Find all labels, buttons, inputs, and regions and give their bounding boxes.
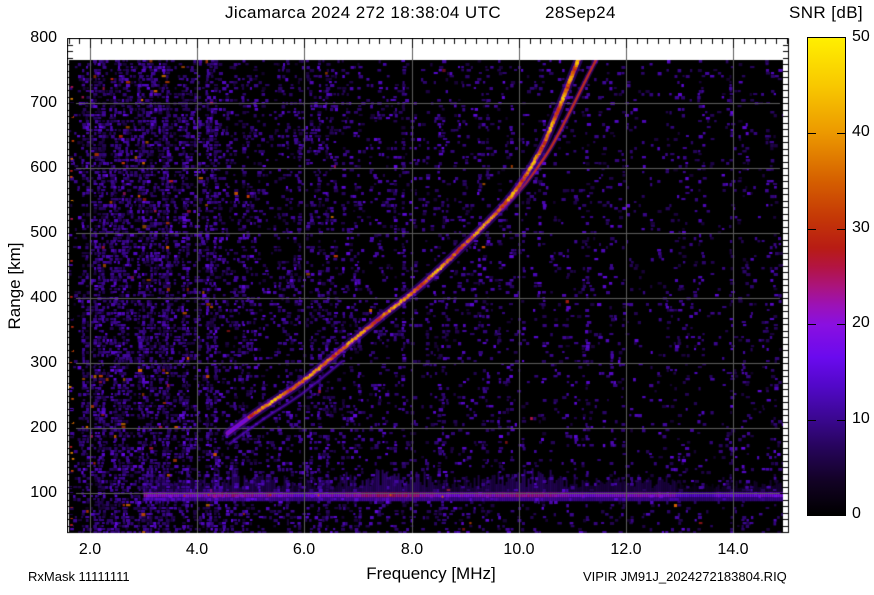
colorbar-tick — [837, 229, 845, 230]
colorbar-tick — [837, 324, 845, 325]
x-tick-label: 14.0 — [717, 541, 749, 558]
ionogram-figure: Jicamarca 2024 272 18:38:04 UTC 28Sep24 … — [0, 0, 874, 595]
y-tick-label: 200 — [30, 419, 57, 436]
y-tick-label: 800 — [30, 29, 57, 46]
y-tick-label: 400 — [30, 289, 57, 306]
y-tick-label: 600 — [30, 159, 57, 176]
colorbar-tick — [808, 133, 816, 134]
x-tick-label: 6.0 — [292, 541, 316, 558]
colorbar-tick-label: 10 — [852, 410, 870, 427]
rxmask-label: RxMask 11111111 — [28, 569, 130, 584]
ionogram-canvas — [67, 38, 790, 535]
x-tick-label: 10.0 — [503, 541, 535, 558]
colorbar-tick — [808, 229, 816, 230]
x-tick-label: 4.0 — [185, 541, 209, 558]
colorbar-tick — [808, 420, 816, 421]
colorbar-tick — [808, 324, 816, 325]
x-tick-label: 8.0 — [400, 541, 424, 558]
y-tick-label: 300 — [30, 354, 57, 371]
x-tick-label: 2.0 — [78, 541, 102, 558]
y-axis-title: Range [km] — [5, 242, 24, 330]
file-label: VIPIR JM91J_2024272183804.RIQ — [583, 569, 787, 584]
colorbar-tick-label: 0 — [852, 505, 861, 522]
x-axis-title: Frequency [MHz] — [366, 564, 496, 583]
y-tick-label: 500 — [30, 224, 57, 241]
y-tick-label: 700 — [30, 94, 57, 111]
colorbar-tick — [837, 133, 845, 134]
y-tick-label: 100 — [30, 484, 57, 501]
x-tick-label: 12.0 — [610, 541, 642, 558]
colorbar-tick-label: 50 — [852, 28, 870, 45]
colorbar — [807, 37, 846, 516]
plot-date-label: 28Sep24 — [545, 3, 616, 22]
plot-title: Jicamarca 2024 272 18:38:04 UTC — [225, 3, 502, 22]
colorbar-title: SNR [dB] — [789, 3, 864, 22]
colorbar-tick-label: 40 — [852, 123, 870, 140]
colorbar-tick-label: 20 — [852, 314, 870, 331]
colorbar-tick — [837, 420, 845, 421]
colorbar-tick-label: 30 — [852, 219, 870, 236]
